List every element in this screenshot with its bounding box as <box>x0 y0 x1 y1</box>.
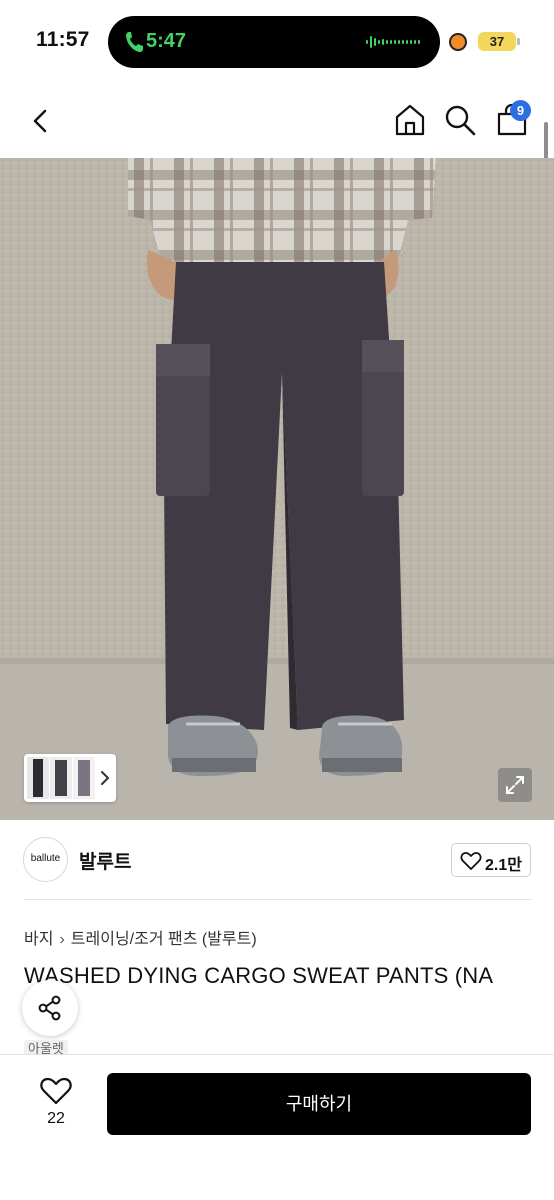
product-photo-illustration <box>0 158 554 820</box>
brand-like-count: 2.1만 <box>485 857 522 874</box>
expand-image-button[interactable] <box>498 768 532 802</box>
thumbnail-images <box>27 757 95 799</box>
brand-like-button[interactable]: 2.1만 <box>451 843 531 877</box>
clock: 11:57 <box>36 28 90 51</box>
share-button[interactable] <box>22 980 78 1036</box>
chevron-right-icon: › <box>59 931 65 948</box>
share-icon <box>38 995 61 1021</box>
brand-logo-text: ballute <box>30 853 61 864</box>
back-arrow-icon[interactable] <box>24 104 58 138</box>
wishlist-count: 22 <box>47 1110 65 1127</box>
chevron-right-icon <box>101 771 110 785</box>
privacy-indicator-dot <box>451 35 465 49</box>
breadcrumb-item-category[interactable]: 바지 <box>24 931 53 948</box>
battery-indicator: 37 <box>478 32 520 51</box>
expand-icon <box>506 776 524 794</box>
brand-logo[interactable]: ballute <box>23 837 68 882</box>
heart-icon[interactable] <box>38 1076 74 1106</box>
phone-icon <box>126 32 143 53</box>
breadcrumb: 바지 › 트레이닝/조거 팬츠 (발루트) <box>24 925 257 949</box>
product-image[interactable] <box>0 158 554 820</box>
home-icon[interactable] <box>392 102 428 138</box>
audio-waveform-icon <box>366 36 420 48</box>
top-nav-bar <box>0 84 554 158</box>
call-duration: 5:47 <box>146 30 187 52</box>
search-icon[interactable] <box>442 102 478 138</box>
product-title: WASHED DYING CARGO SWEAT PANTS (NA <box>24 963 494 988</box>
dynamic-island[interactable]: 5:47 <box>108 16 440 68</box>
thumbnail-strip[interactable] <box>24 754 116 802</box>
divider <box>24 899 532 900</box>
brand-name[interactable]: 발루트 <box>79 847 131 874</box>
breadcrumb-item-subcategory[interactable]: 트레이닝/조거 팬츠 (발루트) <box>71 931 257 948</box>
status-bar: 11:57 5:47 37 <box>0 0 554 84</box>
heart-icon <box>460 852 482 870</box>
cart-count-badge: 9 <box>510 100 531 121</box>
buy-button[interactable]: 구매하기 <box>107 1073 531 1135</box>
